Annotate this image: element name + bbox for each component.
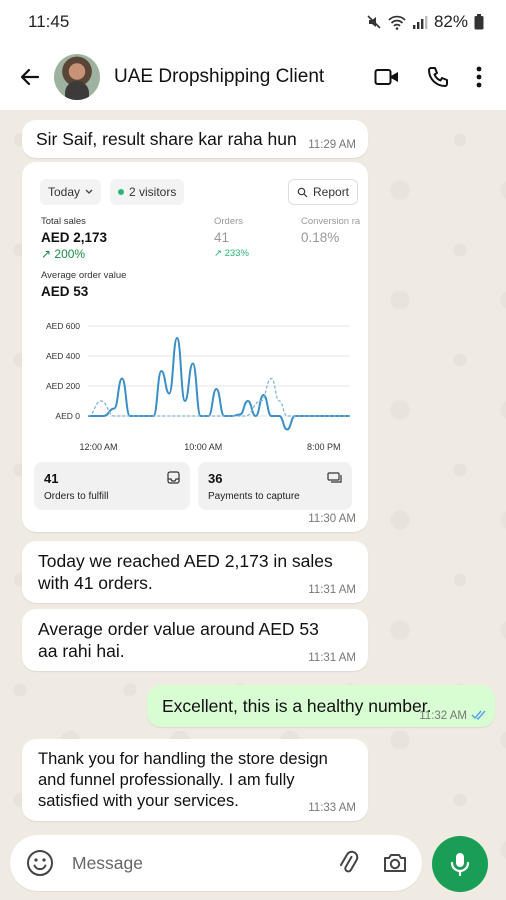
message-text: Excellent, this is a healthy number. [162, 696, 432, 716]
date-filter-chip: Today [40, 179, 102, 205]
total-sales-value: AED 2,173 [41, 230, 108, 245]
report-icon [297, 187, 308, 197]
message-text: Thank you for handling the store design … [38, 750, 328, 810]
visitors-chip: 2 visitors [110, 179, 185, 205]
report-chip: Report [288, 179, 359, 205]
mute-icon [367, 15, 381, 29]
inbox-icon [167, 471, 180, 484]
message-time: 11:30 AM [308, 513, 356, 525]
message-bubble[interactable]: Sir Saif, result share kar raha hun 11:2… [22, 120, 368, 158]
message-text: Average order value around AED 53 aa rah… [38, 619, 319, 661]
contact-name[interactable]: UAE Dropshipping Client [114, 66, 374, 88]
y-tick-label: AED 0 [55, 411, 80, 421]
aov-label: Average order value [41, 270, 127, 281]
more-options-icon[interactable] [476, 66, 482, 88]
microphone-icon [450, 853, 470, 877]
conversion-value: 0.18% [301, 230, 340, 245]
message-text: Today we reached AED 2,173 in sales with… [38, 551, 333, 593]
orders-label: Orders [214, 216, 244, 227]
orders-value: 41 [214, 230, 230, 245]
conversion-label: Conversion ra [301, 216, 361, 227]
payments-to-capture-tile: 36 Payments to capture [198, 462, 352, 510]
message-bubble[interactable]: Average order value around AED 53 aa rah… [22, 609, 368, 671]
battery-icon [474, 14, 484, 30]
voice-message-button[interactable] [432, 836, 488, 892]
image-message[interactable]: Today 2 visitors Report Total sales AED … [22, 162, 368, 532]
chat-header: UAE Dropshipping Client [0, 44, 506, 110]
status-icons: 82% [366, 12, 484, 32]
read-receipt-icon [471, 710, 486, 720]
signal-icon [412, 16, 428, 29]
message-time: 11:31 AM [308, 652, 356, 664]
total-sales-label: Total sales [41, 216, 86, 227]
y-tick-label: AED 400 [46, 351, 80, 361]
contact-avatar[interactable] [54, 54, 100, 100]
report-label: Report [313, 185, 350, 199]
message-time: 11:32 AM [419, 710, 467, 722]
camera-icon[interactable] [382, 851, 408, 875]
header-actions [374, 65, 482, 89]
message-time: 11:29 AM [308, 139, 356, 151]
video-call-icon[interactable] [374, 67, 400, 87]
total-sales-delta: ↗ 200% [41, 247, 86, 261]
status-bar: 11:45 82% [0, 0, 506, 44]
aov-value: AED 53 [41, 284, 89, 299]
arrow-left-icon [20, 68, 40, 86]
message-time: 11:33 AM [308, 802, 356, 814]
chevron-down-icon [85, 189, 93, 194]
message-bubble[interactable]: Today we reached AED 2,173 in sales with… [22, 541, 368, 603]
back-button[interactable] [2, 49, 58, 105]
message-input[interactable]: Message [72, 853, 336, 874]
attach-icon[interactable] [336, 850, 360, 876]
y-tick-label: AED 200 [46, 381, 80, 391]
message-bubble[interactable]: Thank you for handling the store design … [22, 739, 368, 821]
tile-payments-label: Payments to capture [208, 491, 300, 502]
dashboard-screenshot: Today 2 visitors Report Total sales AED … [34, 174, 360, 512]
orders-to-fulfill-tile: 41 Orders to fulfill [34, 462, 190, 510]
y-tick-label: AED 600 [46, 321, 80, 331]
message-bubble-outgoing[interactable]: Excellent, this is a healthy number. 11:… [147, 685, 495, 727]
x-tick-label: 8:00 PM [307, 442, 341, 452]
message-time: 11:31 AM [308, 584, 356, 596]
x-tick-label: 12:00 AM [79, 442, 117, 452]
sales-line-chart: AED 600 AED 400 AED 200 AED 0 12:00 AM 10:00 … [46, 321, 350, 452]
cash-icon [327, 472, 342, 483]
emoji-icon[interactable] [26, 849, 54, 877]
message-text: Sir Saif, result share kar raha hun [36, 129, 297, 149]
date-filter-label: Today [48, 185, 81, 199]
x-tick-label: 10:00 AM [184, 442, 222, 452]
tile-orders-number: 41 [44, 471, 59, 486]
battery-percent: 82% [433, 12, 468, 31]
voice-call-icon[interactable] [426, 65, 450, 89]
live-dot-icon [118, 189, 124, 195]
status-time: 11:45 [28, 12, 70, 31]
tile-payments-number: 36 [208, 471, 223, 486]
tile-orders-label: Orders to fulfill [44, 491, 109, 502]
orders-delta: ↗ 233% [214, 248, 249, 259]
wifi-icon [388, 15, 406, 30]
message-composer: Message [10, 835, 422, 891]
visitors-label: 2 visitors [129, 185, 177, 199]
